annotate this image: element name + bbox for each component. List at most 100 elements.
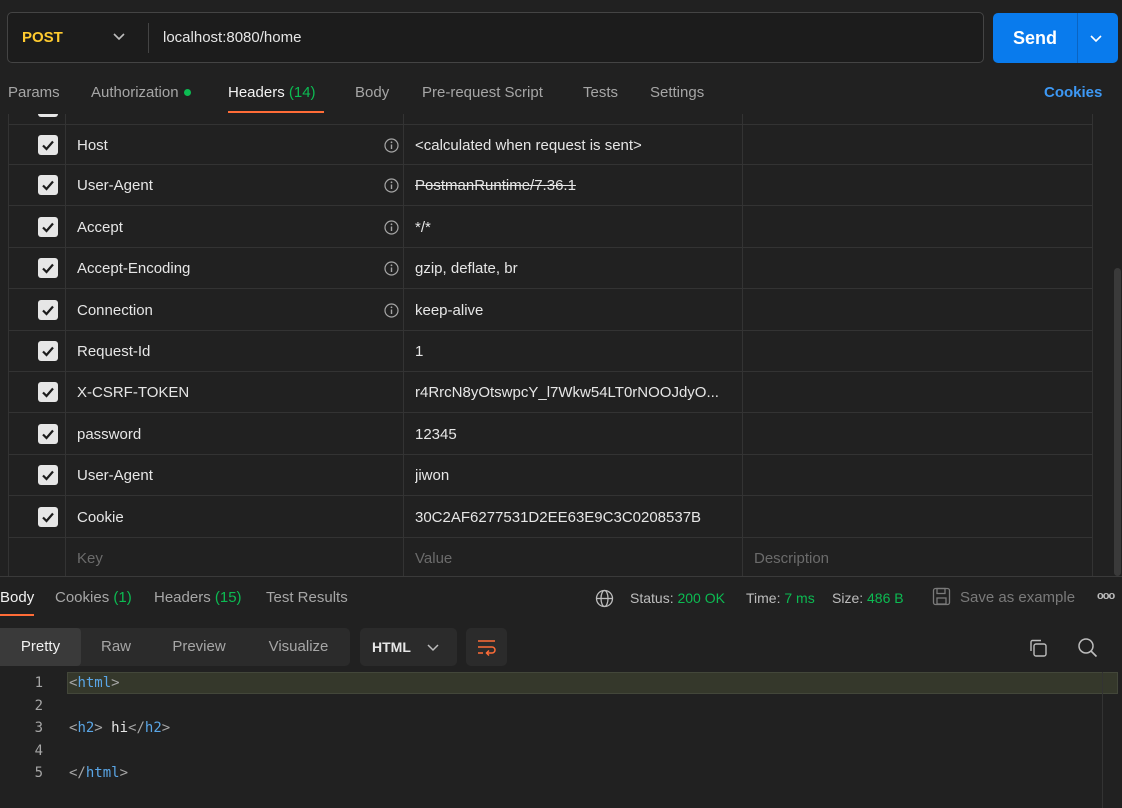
send-button[interactable]: Send [993, 13, 1118, 63]
header-value[interactable]: 12345 [415, 414, 737, 455]
header-key[interactable]: Host [77, 125, 108, 166]
response-tab-cookies[interactable]: Cookies (1) [55, 589, 132, 607]
header-key[interactable]: Accept [77, 207, 123, 248]
tab-tests[interactable]: Tests [583, 84, 618, 102]
header-key[interactable]: Cookie [77, 497, 124, 538]
tab-label: Cookies [55, 589, 110, 606]
header-value[interactable]: 30C2AF6277531D2EE63E9C3C0208537B [415, 497, 737, 538]
header-key[interactable]: User-Agent [77, 455, 153, 496]
view-visualize[interactable]: Visualize [247, 628, 350, 666]
header-checkbox[interactable] [38, 341, 58, 361]
tab-label: Headers [154, 589, 211, 606]
tab-authorization[interactable]: Authorization [91, 84, 191, 102]
tab-headers[interactable]: Headers (14) [228, 84, 316, 102]
response-body-editor[interactable]: 1 <html> 2 3 <h2> hi</h2> 4 5 </html> [0, 672, 1122, 808]
language-select[interactable]: HTML [360, 628, 457, 666]
search-icon[interactable] [1077, 637, 1098, 658]
response-tab-test-results[interactable]: Test Results [266, 589, 348, 607]
header-value[interactable]: <calculated when request is sent> [415, 125, 737, 166]
cookies-link[interactable]: Cookies [1044, 84, 1102, 101]
header-checkbox[interactable] [38, 135, 58, 155]
header-value[interactable]: keep-alive [415, 290, 737, 331]
header-checkbox[interactable] [38, 382, 58, 402]
code-line: 1 <html> [0, 672, 1118, 694]
description-input[interactable]: Description [754, 538, 1076, 576]
tab-body[interactable]: Body [355, 84, 389, 102]
code-text: <html> [69, 675, 120, 691]
wrap-lines-button[interactable] [466, 628, 507, 666]
check-icon [42, 222, 54, 233]
status-readout: Status: 200 OK [630, 589, 725, 607]
tab-pre-request-script[interactable]: Pre-request Script [422, 84, 543, 102]
language-label: HTML [372, 639, 411, 655]
header-value[interactable]: gzip, deflate, br [415, 248, 737, 289]
header-row: password 12345 [8, 414, 1093, 455]
time-label: Time: [746, 590, 781, 606]
check-icon [42, 263, 54, 274]
info-icon[interactable] [384, 138, 399, 153]
code-line: 4 [0, 740, 1118, 762]
header-value[interactable]: 1 [415, 331, 737, 372]
chevron-down-icon[interactable] [1089, 31, 1103, 45]
more-options-button[interactable]: ooo [1097, 587, 1115, 605]
scrollbar-thumb[interactable] [1114, 268, 1121, 576]
copy-icon[interactable] [1028, 638, 1048, 658]
check-icon [42, 429, 54, 440]
chevron-down-icon[interactable] [112, 29, 126, 43]
save-as-example-button[interactable]: Save as example [960, 589, 1075, 607]
tab-label: Headers [228, 84, 285, 101]
header-row: User-Agent jiwon [8, 455, 1093, 496]
save-icon[interactable] [932, 587, 951, 606]
header-value[interactable]: r4RrcN8yOtswpcY_l7Wkw54LT0rNOOJdyO... [415, 372, 737, 413]
header-checkbox[interactable] [38, 465, 58, 485]
header-checkbox[interactable] [38, 424, 58, 444]
tab-params[interactable]: Params [8, 84, 60, 102]
divider [148, 23, 149, 53]
send-label: Send [1012, 28, 1057, 48]
header-key[interactable]: password [77, 414, 141, 455]
line-number: 5 [34, 765, 43, 781]
tab-settings[interactable]: Settings [650, 84, 704, 102]
wrap-icon [478, 640, 496, 657]
response-tab-body[interactable]: Body [0, 589, 34, 607]
header-key[interactable]: X-CSRF-TOKEN [77, 372, 189, 413]
key-input[interactable]: Key [77, 538, 103, 576]
header-key[interactable]: Request-Id [77, 331, 150, 372]
header-value[interactable]: */* [415, 207, 737, 248]
header-row: Request-Id 1 [8, 331, 1093, 372]
header-row: Cookie 30C2AF6277531D2EE63E9C3C0208537B [8, 497, 1093, 538]
code-text: <h2> hi</h2> [69, 720, 171, 736]
url-input[interactable]: localhost:8080/home [163, 13, 301, 62]
status-dot [183, 88, 191, 96]
header-key[interactable]: Accept-Encoding [77, 248, 190, 289]
view-pretty[interactable]: Pretty [0, 628, 81, 666]
info-icon[interactable] [384, 178, 399, 193]
header-value[interactable]: jiwon [415, 455, 737, 496]
check-icon [42, 180, 54, 191]
chevron-down-icon [427, 644, 439, 652]
method-select[interactable]: POST [22, 13, 63, 62]
code-line: 2 [0, 695, 1118, 717]
view-preview[interactable]: Preview [151, 628, 247, 666]
info-icon[interactable] [384, 220, 399, 235]
header-checkbox[interactable] [38, 507, 58, 527]
code-line: 3 <h2> hi</h2> [0, 717, 1118, 739]
header-key[interactable]: Connection [77, 290, 153, 331]
pane-divider[interactable] [0, 576, 1122, 577]
header-checkbox[interactable] [38, 114, 58, 117]
info-icon[interactable] [384, 261, 399, 276]
value-input[interactable]: Value [415, 538, 737, 576]
header-key[interactable]: User-Agent [77, 165, 153, 206]
header-checkbox[interactable] [38, 258, 58, 278]
check-icon [42, 512, 54, 523]
info-icon[interactable] [384, 303, 399, 318]
header-checkbox[interactable] [38, 300, 58, 320]
check-icon [42, 140, 54, 151]
response-tab-headers[interactable]: Headers (15) [154, 589, 242, 607]
header-value[interactable]: PostmanRuntime/7.36.1 [415, 165, 737, 206]
header-checkbox[interactable] [38, 175, 58, 195]
view-raw[interactable]: Raw [81, 628, 151, 666]
globe-icon[interactable] [595, 589, 614, 608]
header-checkbox[interactable] [38, 217, 58, 237]
check-icon [42, 470, 54, 481]
